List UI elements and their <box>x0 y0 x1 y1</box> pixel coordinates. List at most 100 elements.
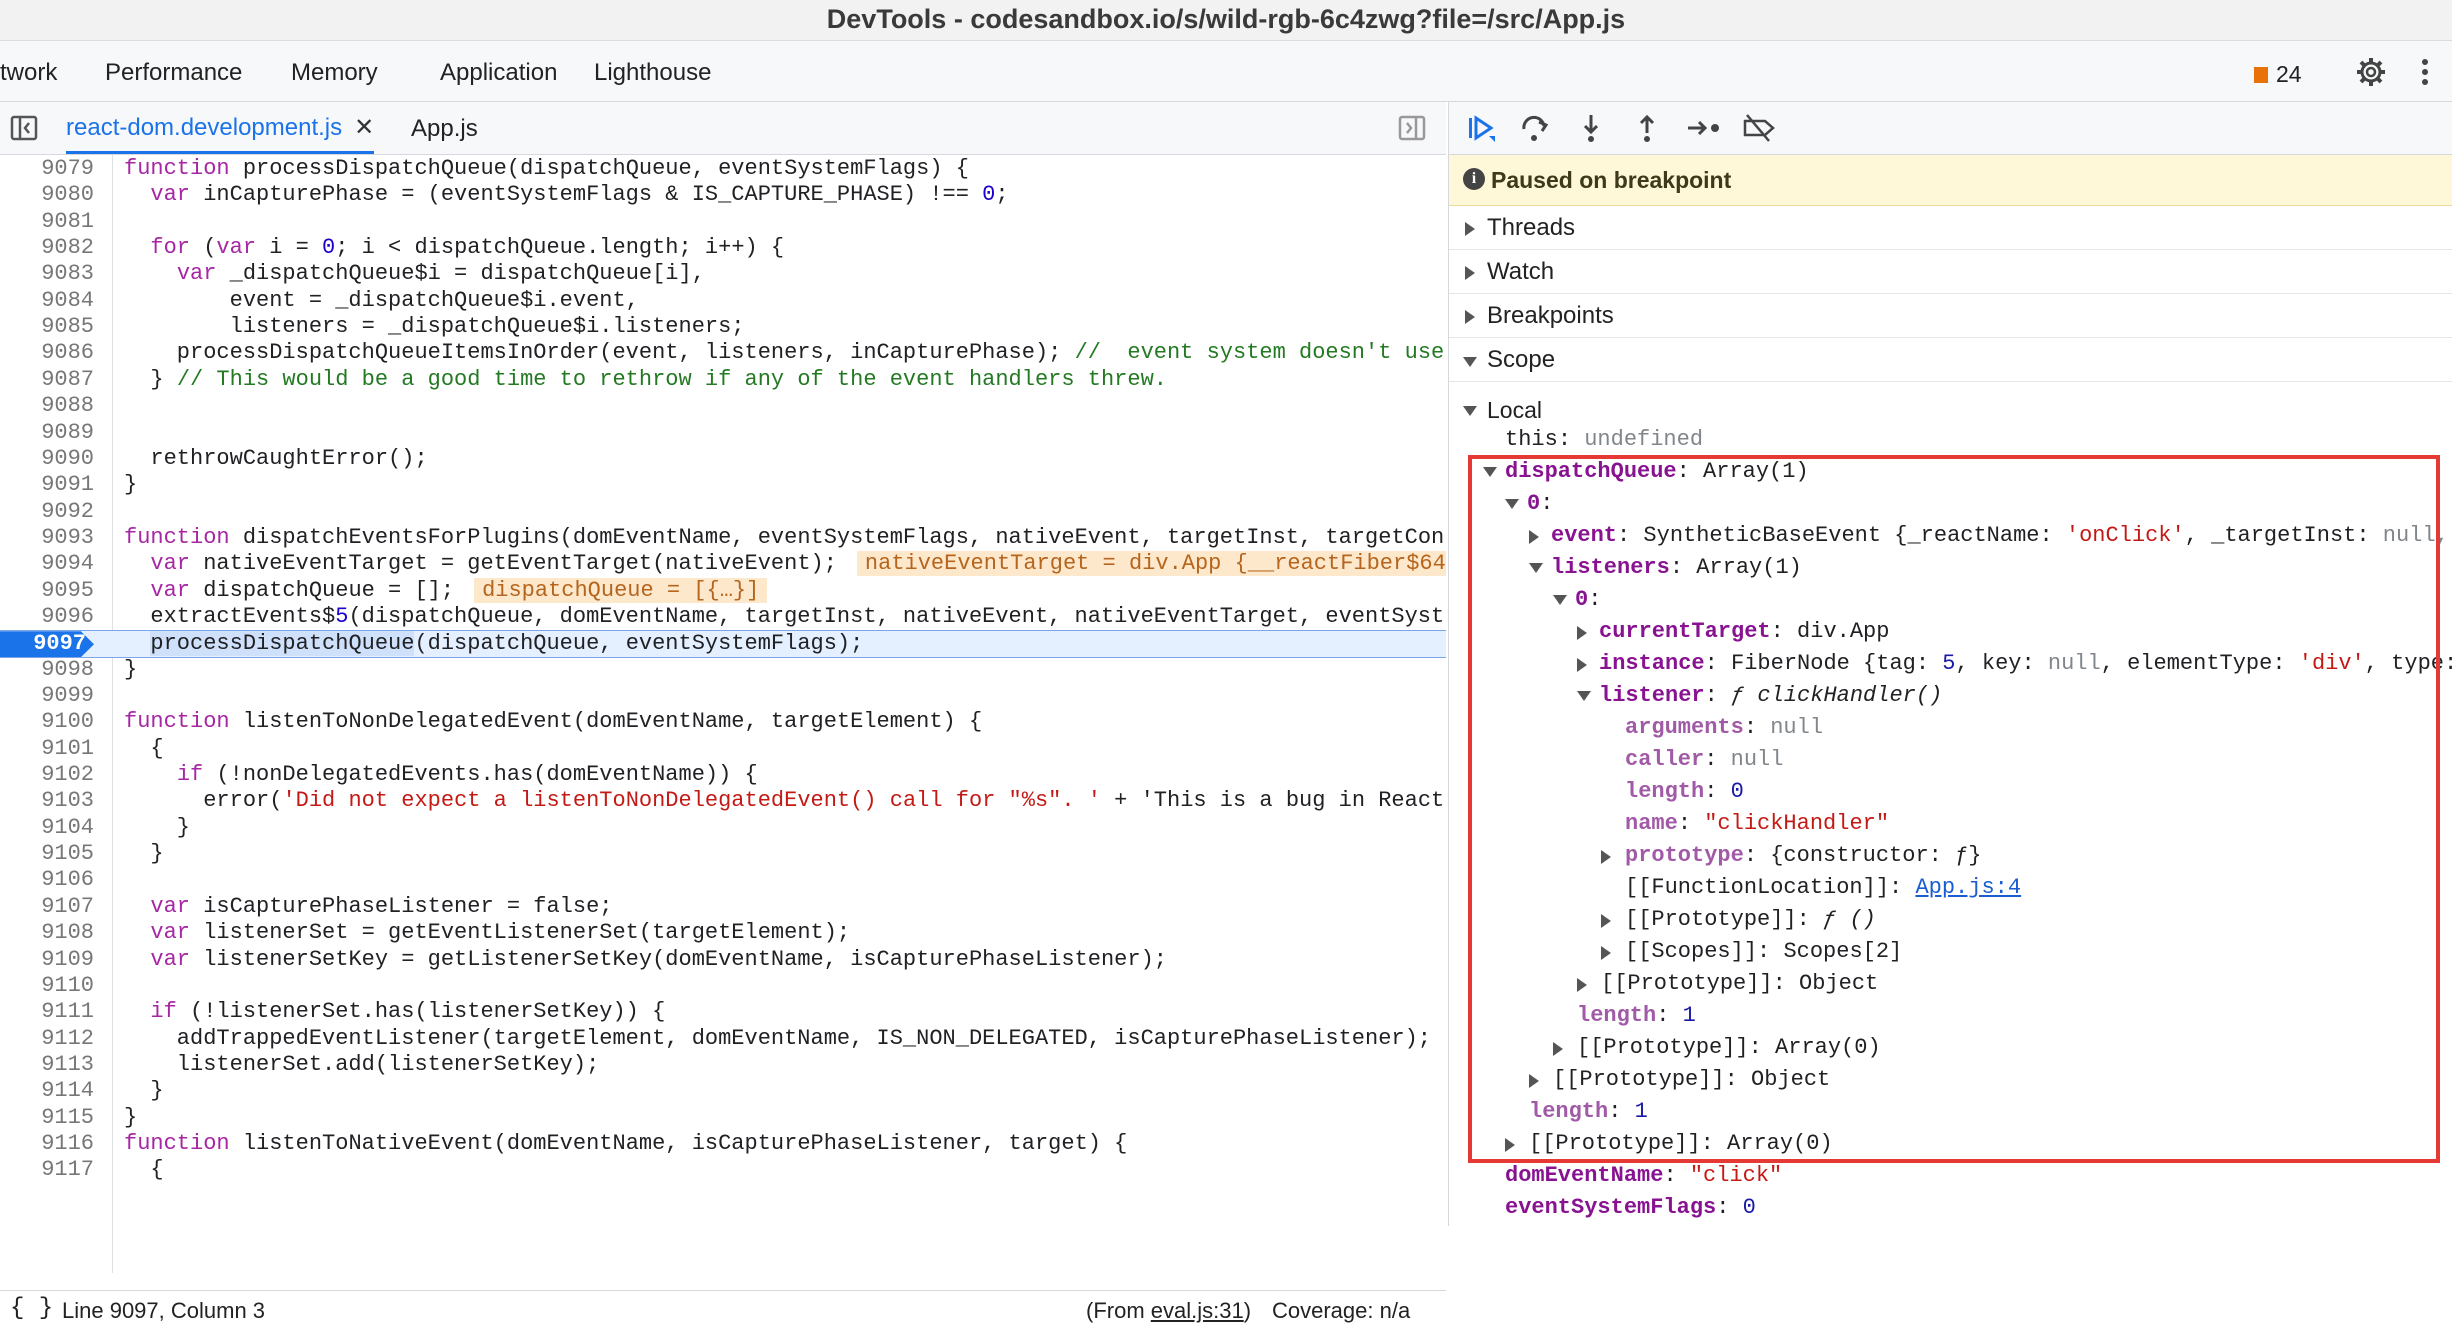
code-line[interactable]: 9079 function processDispatchQueue(dispat… <box>0 156 1446 182</box>
section-watch[interactable]: Watch <box>1449 250 2452 294</box>
listeners-proto[interactable]: [[Prototype]]: Array(0) <box>1553 1032 1881 1064</box>
file-tab-react-dom[interactable]: react-dom.development.js ✕ <box>66 102 375 154</box>
code-line[interactable]: 9112 addTrappedEventListener(targetEleme… <box>0 1026 1446 1052</box>
line-number[interactable]: 9098 <box>0 657 94 683</box>
line-number[interactable]: 9115 <box>0 1105 94 1131</box>
scope-domEventName[interactable]: domEventName: "click" <box>1505 1160 1782 1192</box>
code-line[interactable]: 9093 function dispatchEventsForPlugins(do… <box>0 525 1446 551</box>
code-line[interactable]: 9098} <box>0 657 1446 683</box>
code-line[interactable]: 9085 listeners = _dispatchQueue$i.listen… <box>0 314 1446 340</box>
line-number[interactable]: 9088 <box>0 393 94 419</box>
code-line[interactable]: 9101 { <box>0 736 1446 762</box>
line-number[interactable]: 9106 <box>0 867 94 893</box>
line-number[interactable]: 9103 <box>0 788 94 814</box>
close-tab-icon[interactable]: ✕ <box>354 114 374 141</box>
fn-caller[interactable]: caller: null <box>1625 744 1783 776</box>
code-line[interactable]: 9094 var nativeEventTarget = getEventTar… <box>0 551 1446 577</box>
section-threads[interactable]: Threads <box>1449 206 2452 250</box>
fn-location[interactable]: [[FunctionLocation]]: App.js:4 <box>1625 872 2021 904</box>
code-line[interactable]: 9108 var listenerSet = getEventListenerS… <box>0 920 1446 946</box>
code-line[interactable]: 9104 } <box>0 815 1446 841</box>
pretty-print-icon[interactable]: { } <box>10 1295 53 1322</box>
line-number[interactable]: 9111 <box>0 999 94 1025</box>
code-line[interactable]: 9096 extractEvents$5(dispatchQueue, domE… <box>0 604 1446 630</box>
listeners-item-0[interactable]: 0: <box>1553 584 1601 616</box>
code-line[interactable]: 9086 processDispatchQueueItemsInOrder(ev… <box>0 340 1446 366</box>
fn-scopes[interactable]: [[Scopes]]: Scopes[2] <box>1601 936 1902 968</box>
line-number[interactable]: 9110 <box>0 973 94 999</box>
line-number[interactable]: 9102 <box>0 762 94 788</box>
code-line[interactable]: 9110 <box>0 973 1446 999</box>
code-line[interactable]: 9080 var inCapturePhase = (eventSystemFl… <box>0 182 1446 208</box>
code-line[interactable]: 9111 if (!listenerSet.has(listenerSetKey… <box>0 999 1446 1025</box>
code-view[interactable]: 9079 function processDispatchQueue(dispat… <box>0 155 1446 1273</box>
line-number[interactable]: 9097 <box>0 631 94 658</box>
line-number[interactable]: 9113 <box>0 1052 94 1078</box>
code-line[interactable]: 9088 <box>0 393 1446 419</box>
code-line[interactable]: 9090 rethrowCaughtError(); <box>0 446 1446 472</box>
line-number[interactable]: 9085 <box>0 314 94 340</box>
deactivate-breakpoints-icon[interactable] <box>1741 112 1777 144</box>
scope-eventSystemFlags[interactable]: eventSystemFlags: 0 <box>1505 1192 1756 1224</box>
fn-proto[interactable]: [[Prototype]]: ƒ () <box>1601 904 1876 936</box>
line-number[interactable]: 9082 <box>0 235 94 261</box>
code-line[interactable]: 9102 if (!nonDelegatedEvents.has(domEven… <box>0 762 1446 788</box>
line-number[interactable]: 9096 <box>0 604 94 630</box>
code-line[interactable]: 9081 <box>0 209 1446 235</box>
code-line[interactable]: 9091} <box>0 472 1446 498</box>
code-line[interactable]: 9113 listenerSet.add(listenerSetKey); <box>0 1052 1446 1078</box>
scope-this[interactable]: this: undefined <box>1505 424 1703 456</box>
file-tab-app-js[interactable]: App.js <box>411 115 478 143</box>
section-breakpoints[interactable]: Breakpoints <box>1449 294 2452 338</box>
code-line[interactable]: 9109 var listenerSetKey = getListenerSet… <box>0 947 1446 973</box>
line-number[interactable]: 9090 <box>0 446 94 472</box>
breakpoint-line[interactable]: 9097 processDispatchQueue(dispatchQueue,… <box>0 630 1446 659</box>
code-line[interactable]: 9117 { <box>0 1157 1446 1183</box>
code-line[interactable]: 9107 var isCapturePhaseListener = false; <box>0 894 1446 920</box>
line-number[interactable]: 9092 <box>0 499 94 525</box>
line-number[interactable]: 9081 <box>0 209 94 235</box>
tab-application[interactable]: Application <box>440 59 557 87</box>
line-number[interactable]: 9086 <box>0 340 94 366</box>
dispatchQueue-length[interactable]: length: 1 <box>1529 1096 1648 1128</box>
tab-lighthouse[interactable]: Lighthouse <box>594 59 711 87</box>
dispatchQueue-item-0[interactable]: 0: <box>1505 488 1553 520</box>
code-line[interactable]: 9115} <box>0 1105 1446 1131</box>
item-listeners[interactable]: listeners: Array(1) <box>1529 552 1802 584</box>
line-number[interactable]: 9079 <box>0 156 94 182</box>
dispatchQueue-proto[interactable]: [[Prototype]]: Array(0) <box>1505 1128 1833 1160</box>
code-line[interactable]: 9092 <box>0 499 1446 525</box>
line-number[interactable]: 9083 <box>0 261 94 287</box>
step-icon[interactable] <box>1685 112 1723 144</box>
line-number[interactable]: 9100 <box>0 709 94 735</box>
line-number[interactable]: 9095 <box>0 578 94 604</box>
code-line[interactable]: 9106 <box>0 867 1446 893</box>
settings-gear-icon[interactable] <box>2355 56 2387 88</box>
line-number[interactable]: 9091 <box>0 472 94 498</box>
code-line[interactable]: 9116 function listenToNativeEvent(domEven… <box>0 1131 1446 1157</box>
code-line[interactable]: 9114 } <box>0 1078 1446 1104</box>
fn-length[interactable]: length: 0 <box>1625 776 1744 808</box>
line-number[interactable]: 9089 <box>0 420 94 446</box>
line-number[interactable]: 9099 <box>0 683 94 709</box>
line-number[interactable]: 9104 <box>0 815 94 841</box>
item-event[interactable]: event: SyntheticBaseEvent {_reactName: '… <box>1529 520 2449 552</box>
code-line[interactable]: 9099 <box>0 683 1446 709</box>
tab-network[interactable]: twork <box>0 59 57 87</box>
line-number[interactable]: 9080 <box>0 182 94 208</box>
toggle-debugger-icon[interactable] <box>1398 114 1426 142</box>
issues-counter[interactable]: 24 <box>2254 61 2302 88</box>
fn-prototype[interactable]: prototype: {constructor: ƒ} <box>1601 840 1981 872</box>
line-number[interactable]: 9084 <box>0 288 94 314</box>
code-line[interactable]: 9084 event = _dispatchQueue$i.event, <box>0 288 1446 314</box>
fn-arguments[interactable]: arguments: null <box>1625 712 1823 744</box>
step-over-icon[interactable] <box>1519 112 1551 144</box>
step-out-icon[interactable] <box>1631 112 1663 144</box>
tab-performance[interactable]: Performance <box>105 59 242 87</box>
item0-proto[interactable]: [[Prototype]]: Object <box>1529 1064 1830 1096</box>
line-number[interactable]: 9094 <box>0 551 94 577</box>
more-options-icon[interactable] <box>2418 56 2432 88</box>
code-line[interactable]: 9082 for (var i = 0; i < dispatchQueue.l… <box>0 235 1446 261</box>
fnloc-link[interactable]: App.js:4 <box>1915 875 2021 900</box>
code-line[interactable]: 9087 } // This would be a good time to r… <box>0 367 1446 393</box>
